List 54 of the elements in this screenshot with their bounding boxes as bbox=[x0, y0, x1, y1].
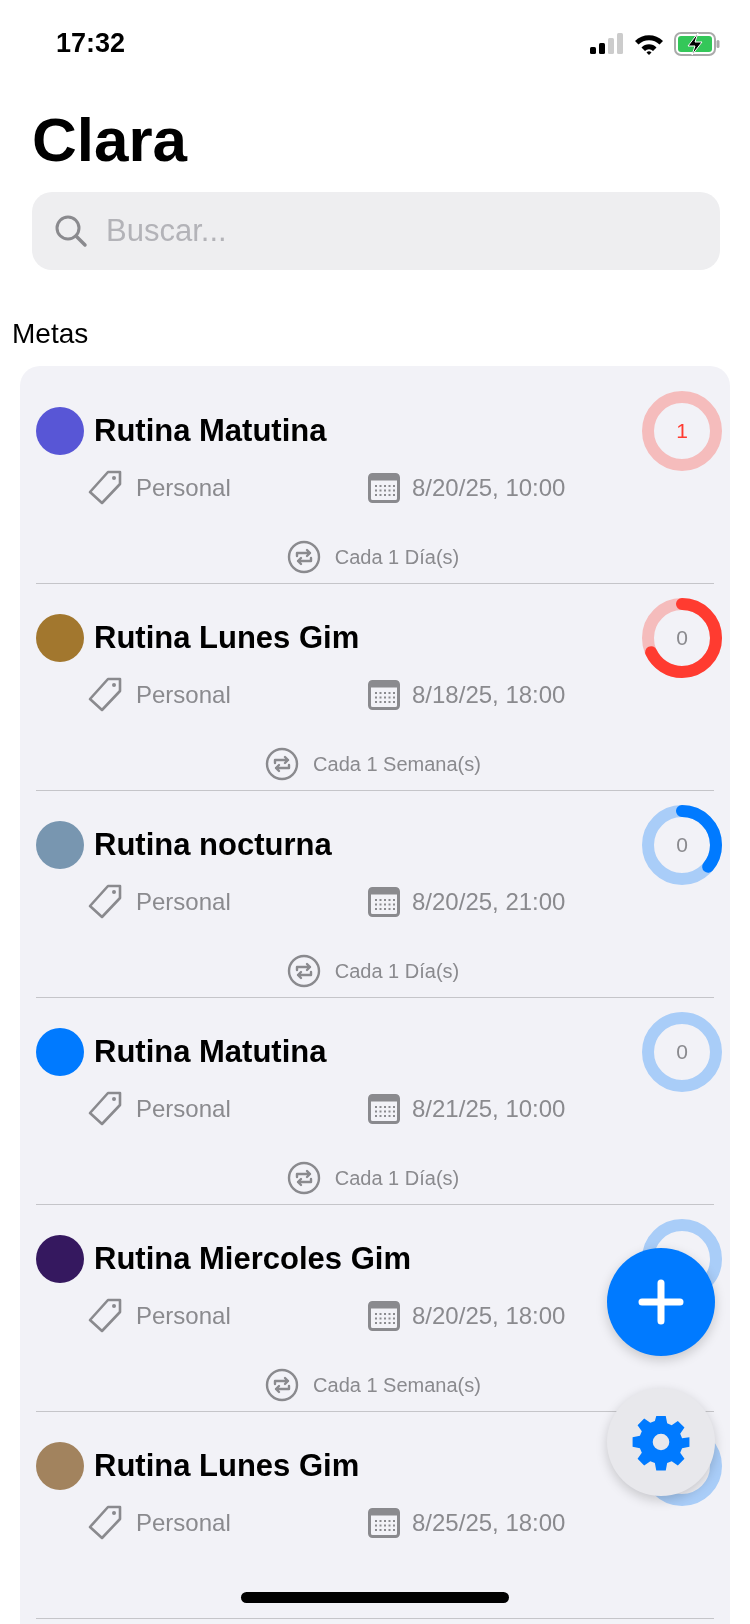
goal-category: Personal bbox=[136, 474, 231, 502]
page-title: Clara bbox=[32, 104, 189, 176]
tag-icon bbox=[88, 676, 124, 714]
tag-icon bbox=[88, 1090, 124, 1128]
repeat-icon bbox=[286, 1161, 321, 1195]
goal-repeat: Cada 1 Semana(s) bbox=[313, 752, 481, 776]
search-icon bbox=[54, 214, 88, 248]
status-time: 17:32 bbox=[56, 28, 126, 59]
goal-date: 8/20/25, 10:00 bbox=[412, 474, 566, 502]
goal-name: Rutina Lunes Gim bbox=[94, 1448, 360, 1484]
plus-icon bbox=[638, 1279, 684, 1325]
search-input[interactable]: Buscar... bbox=[104, 212, 698, 250]
goal-repeat: Cada 1 Día(s) bbox=[334, 545, 460, 569]
goal-category: Personal bbox=[136, 888, 231, 916]
calendar-icon bbox=[368, 473, 400, 503]
repeat-icon bbox=[265, 1368, 300, 1402]
calendar-icon bbox=[368, 1508, 400, 1538]
goal-repeat: Cada 1 Día(s) bbox=[334, 1166, 460, 1190]
goal-category: Personal bbox=[136, 1302, 231, 1330]
goal-date: 8/25/25, 18:00 bbox=[412, 1509, 566, 1537]
calendar-icon bbox=[368, 887, 400, 917]
progress-count: 0 bbox=[675, 1039, 689, 1065]
goal-category: Personal bbox=[136, 1095, 231, 1123]
calendar-icon bbox=[368, 1301, 400, 1331]
repeat-icon bbox=[286, 954, 321, 988]
progress-count: 1 bbox=[675, 418, 689, 444]
progress-count: 0 bbox=[675, 832, 689, 858]
calendar-icon bbox=[368, 1094, 400, 1124]
battery-charging-icon bbox=[674, 31, 720, 56]
tag-icon bbox=[88, 1504, 124, 1542]
signal-icon bbox=[590, 32, 624, 55]
tag-icon bbox=[88, 883, 124, 921]
goal-name: Rutina Matutina bbox=[94, 413, 327, 449]
goal-category: Personal bbox=[136, 1509, 231, 1537]
section-title: Metas bbox=[12, 317, 90, 351]
tag-icon bbox=[88, 1297, 124, 1335]
goal-date: 8/18/25, 18:00 bbox=[412, 681, 566, 709]
wifi-icon bbox=[634, 32, 664, 55]
goal-date: 8/20/25, 21:00 bbox=[412, 888, 566, 916]
search-field[interactable]: Buscar... bbox=[32, 192, 720, 270]
goal-repeat: Cada 1 Día(s) bbox=[334, 959, 460, 983]
calendar-icon bbox=[368, 680, 400, 710]
goal-category: Personal bbox=[136, 681, 231, 709]
goal-repeat: Cada 1 Semana(s) bbox=[313, 1373, 481, 1397]
progress-count: 0 bbox=[675, 625, 689, 651]
goal-date: 8/21/25, 10:00 bbox=[412, 1095, 566, 1123]
goal-name: Rutina Lunes Gim bbox=[94, 620, 360, 656]
goal-name: Rutina Miercoles Gim bbox=[94, 1241, 411, 1277]
tag-icon bbox=[88, 469, 124, 507]
goal-name: Rutina Matutina bbox=[94, 1034, 327, 1070]
repeat-icon bbox=[265, 747, 300, 781]
repeat-icon bbox=[286, 540, 321, 574]
goal-name: Rutina nocturna bbox=[94, 827, 332, 863]
goal-date: 8/20/25, 18:00 bbox=[412, 1302, 566, 1330]
